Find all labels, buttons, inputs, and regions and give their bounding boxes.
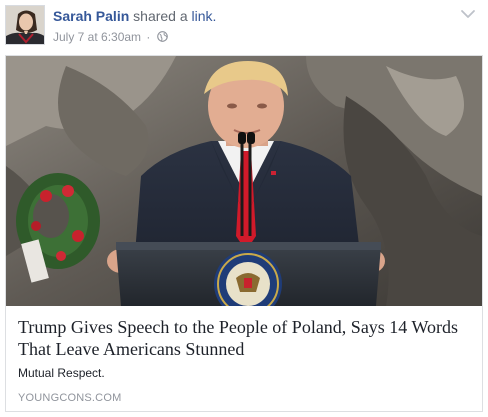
link-description: Mutual Respect. [18, 366, 105, 380]
meta-separator: · [146, 30, 151, 44]
link-preview-image[interactable] [6, 56, 482, 306]
post-header: Sarah Palin shared a link. July 7 at 6:3… [0, 0, 488, 56]
globe-icon[interactable] [156, 31, 168, 42]
post-timestamp[interactable]: July 7 at 6:30am [53, 30, 141, 44]
author-line: Sarah Palin shared a link. [53, 8, 216, 24]
chevron-down-icon[interactable] [460, 8, 476, 20]
link-preview-text[interactable]: Trump Gives Speech to the People of Pola… [6, 306, 482, 411]
link-domain: YOUNGCONS.COM [18, 392, 122, 404]
avatar[interactable] [5, 5, 45, 45]
post-meta: July 7 at 6:30am · [53, 30, 168, 44]
link-title[interactable]: Trump Gives Speech to the People of Pola… [18, 316, 472, 360]
link-preview-card[interactable]: Trump Gives Speech to the People of Pola… [5, 55, 483, 412]
shared-text: shared a [133, 8, 188, 24]
shared-link-word[interactable]: link. [192, 8, 217, 24]
author-name-link[interactable]: Sarah Palin [53, 8, 129, 24]
